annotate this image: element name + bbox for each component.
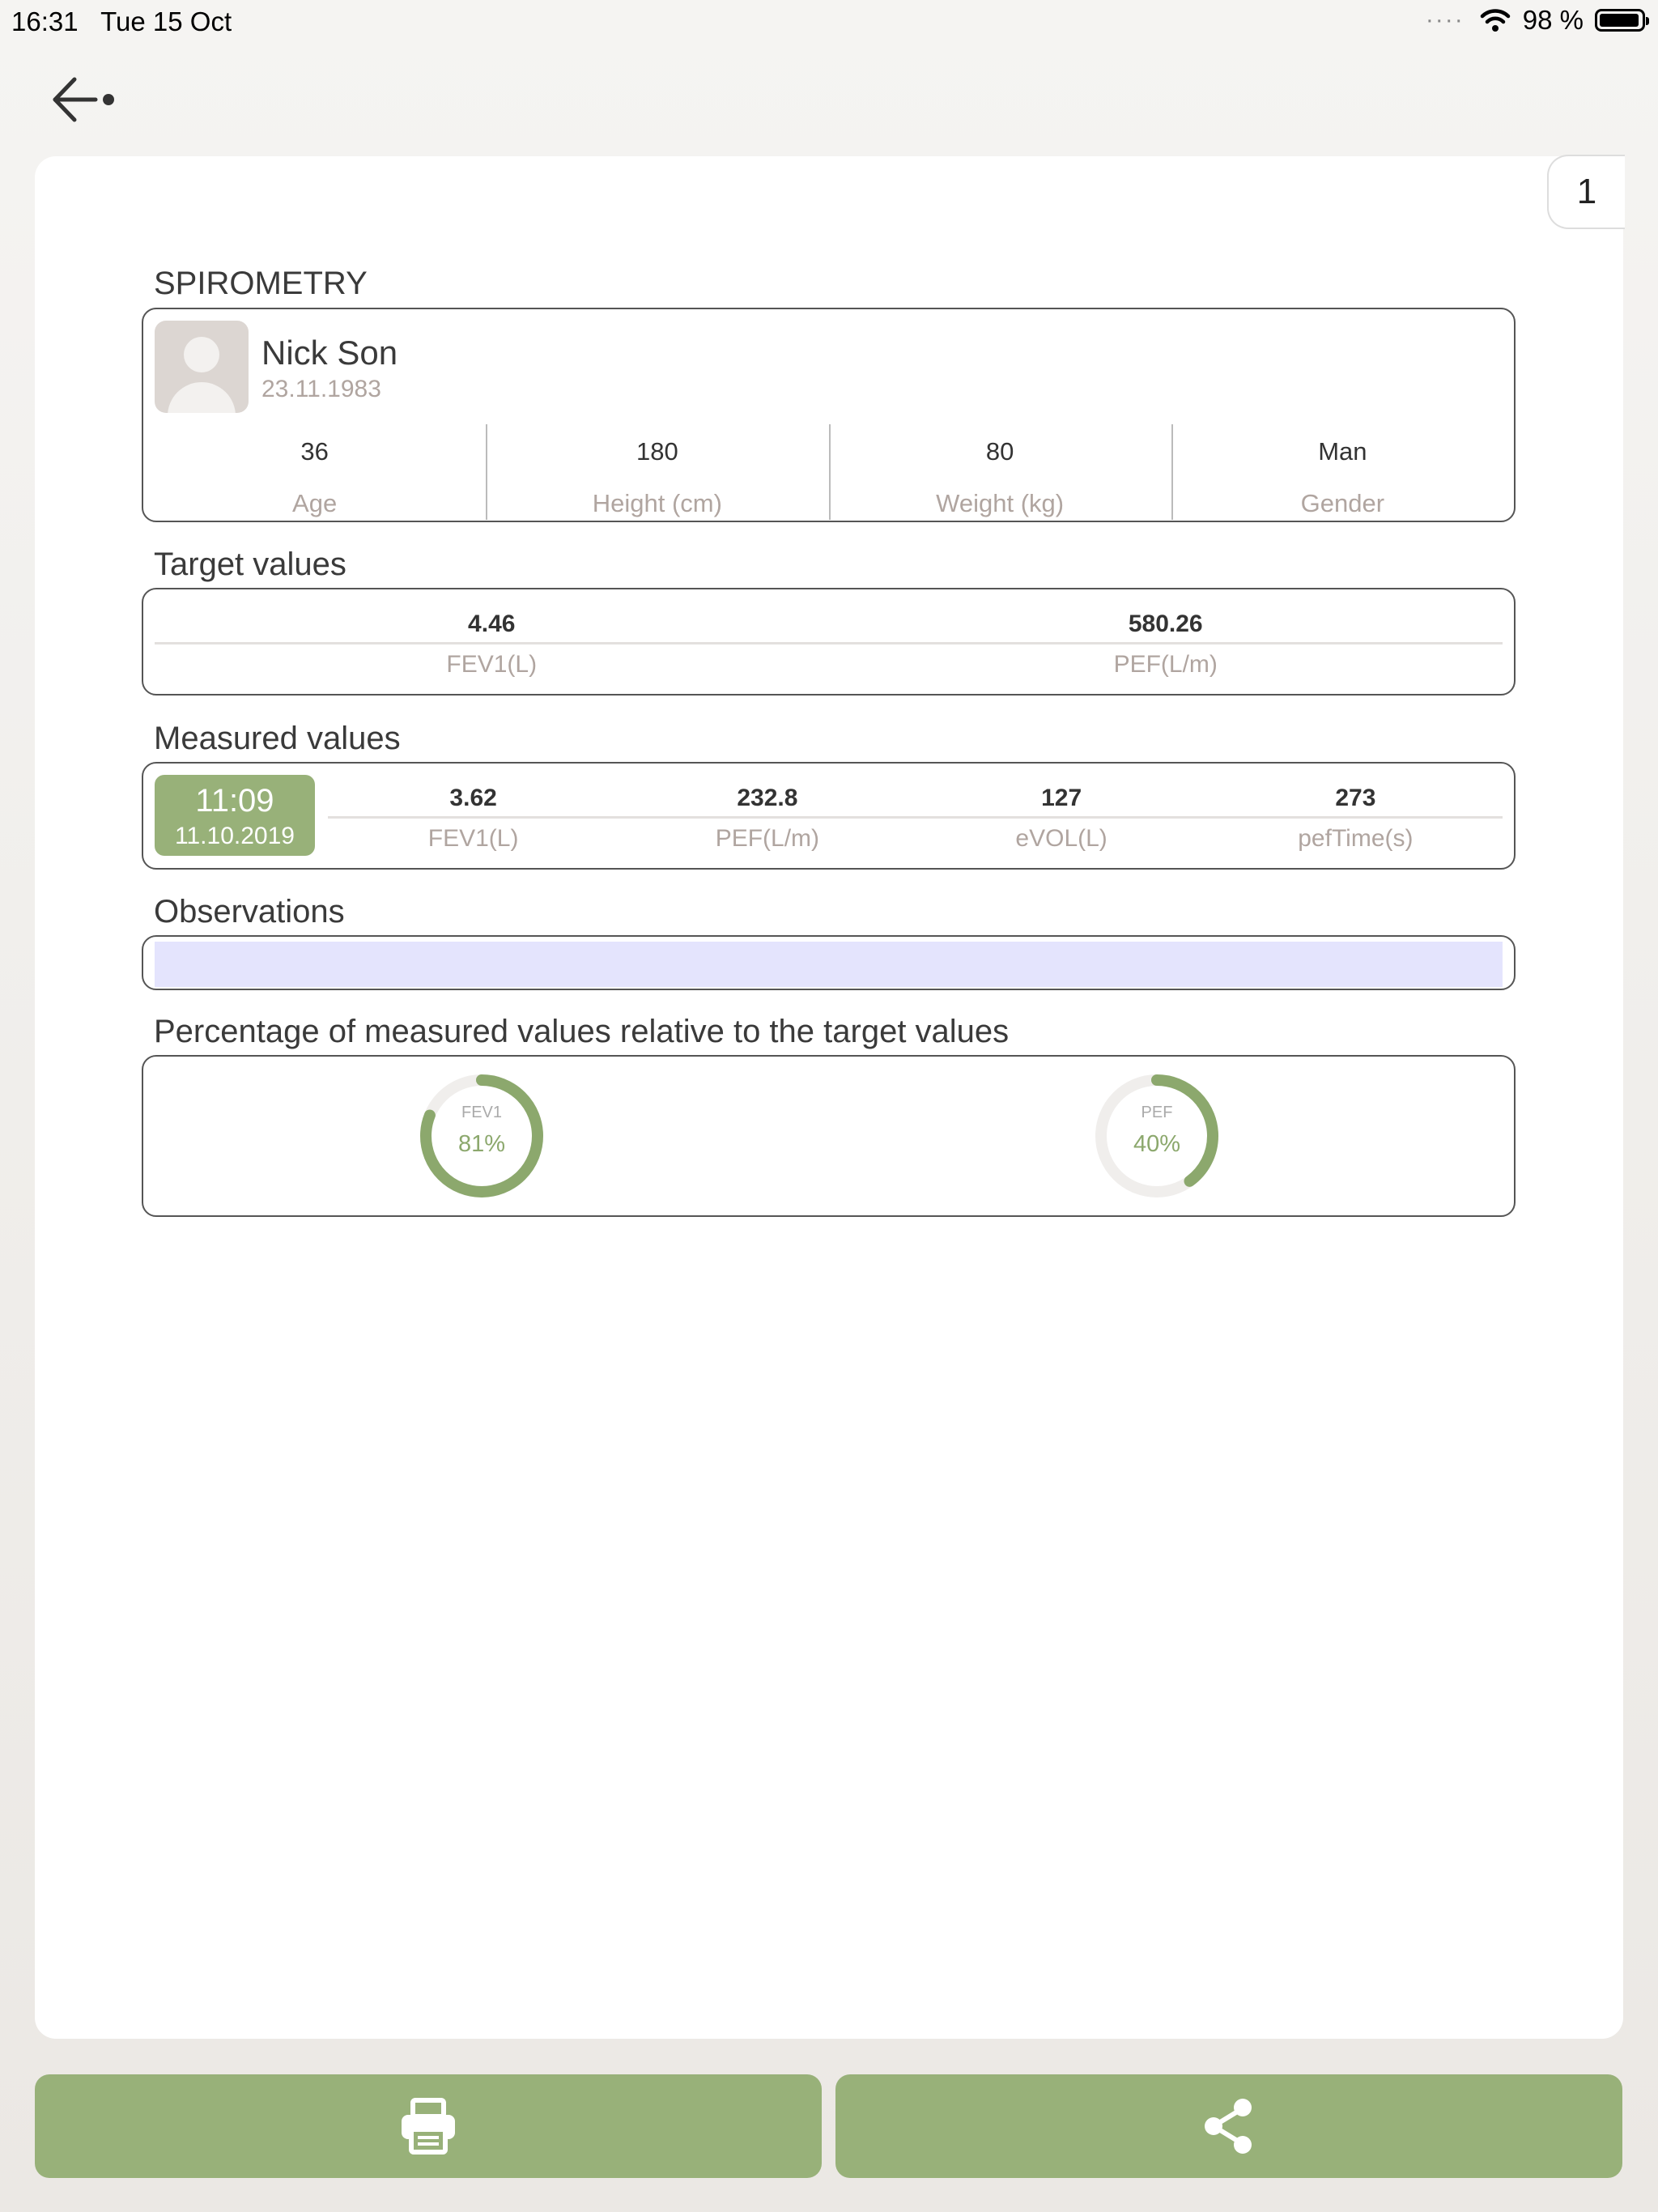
measured-fev1: 3.62 FEV1(L) bbox=[427, 785, 519, 852]
print-button[interactable] bbox=[35, 2074, 822, 2178]
section-title-target: Target values bbox=[154, 547, 346, 582]
section-title-measured: Measured values bbox=[154, 721, 401, 756]
pef-ring-label: PEF bbox=[1141, 1104, 1173, 1121]
patient-stats: 36 Age 180 Height (cm) 80 Weight (kg) Man Ge… bbox=[143, 424, 1514, 520]
measured-peftime: 273 pefTime(s) bbox=[1298, 785, 1414, 852]
share-button[interactable] bbox=[835, 2074, 1622, 2178]
pef-percentage-ring: PEF 40% bbox=[1092, 1071, 1222, 1201]
fev1-ring-value: 81% bbox=[457, 1131, 506, 1157]
target-fev1: 4.46 FEV1(L) bbox=[446, 610, 538, 678]
patient-dob: 23.11.1983 bbox=[261, 376, 381, 402]
target-values-box: 4.46 FEV1(L) 580.26 PEF(L/m) bbox=[142, 588, 1516, 696]
measured-evol: 127 eVOL(L) bbox=[1015, 785, 1107, 852]
printer-icon bbox=[402, 2098, 455, 2155]
battery-icon bbox=[1595, 9, 1649, 32]
back-arrow-icon bbox=[53, 77, 114, 122]
stat-age: 36 Age bbox=[292, 437, 338, 517]
page-number-tab[interactable]: 1 bbox=[1547, 155, 1625, 229]
share-icon bbox=[1205, 2099, 1252, 2154]
avatar bbox=[155, 321, 249, 413]
target-pef: 580.26 PEF(L/m) bbox=[1113, 610, 1218, 678]
fev1-percentage-ring: FEV1 81% bbox=[417, 1071, 546, 1201]
measurement-time-badge[interactable]: 11:09 11.10.2019 bbox=[155, 775, 315, 856]
status-bar: 16:31 Tue 15 Oct ···· 98 % bbox=[0, 0, 1658, 45]
measured-values-box: 11:09 11.10.2019 3.62 FEV1(L) 232.8 PEF(L/… bbox=[142, 762, 1516, 870]
section-title-spirometry: SPIROMETRY bbox=[154, 266, 368, 301]
patient-info-box: Nick Son 23.11.1983 36 Age 180 Height (cm)… bbox=[142, 308, 1516, 522]
battery-percent: 98 % bbox=[1522, 5, 1584, 35]
fev1-ring-label: FEV1 bbox=[461, 1104, 503, 1121]
measured-pef: 232.8 PEF(L/m) bbox=[715, 785, 820, 852]
status-right: ···· 98 % bbox=[1425, 5, 1649, 36]
signal-dots-icon: ···· bbox=[1425, 6, 1465, 33]
observations-input[interactable] bbox=[155, 942, 1503, 987]
section-title-observations: Observations bbox=[154, 894, 345, 929]
patient-name: Nick Son bbox=[261, 334, 398, 372]
status-time: 16:31 Tue 15 Oct bbox=[11, 6, 232, 36]
stat-height: 180 Height (cm) bbox=[486, 424, 828, 520]
wifi-icon bbox=[1480, 9, 1511, 32]
stat-weight: 80 Weight (kg) bbox=[828, 424, 1171, 520]
section-title-percentage: Percentage of measured values relative t… bbox=[154, 1014, 1010, 1049]
observations-box bbox=[142, 935, 1516, 990]
pef-ring-value: 40% bbox=[1133, 1131, 1181, 1157]
back-button[interactable] bbox=[49, 71, 121, 128]
percentage-box: FEV1 81% PEF 40% bbox=[142, 1055, 1516, 1217]
stat-gender: Man Gender bbox=[1171, 424, 1514, 520]
